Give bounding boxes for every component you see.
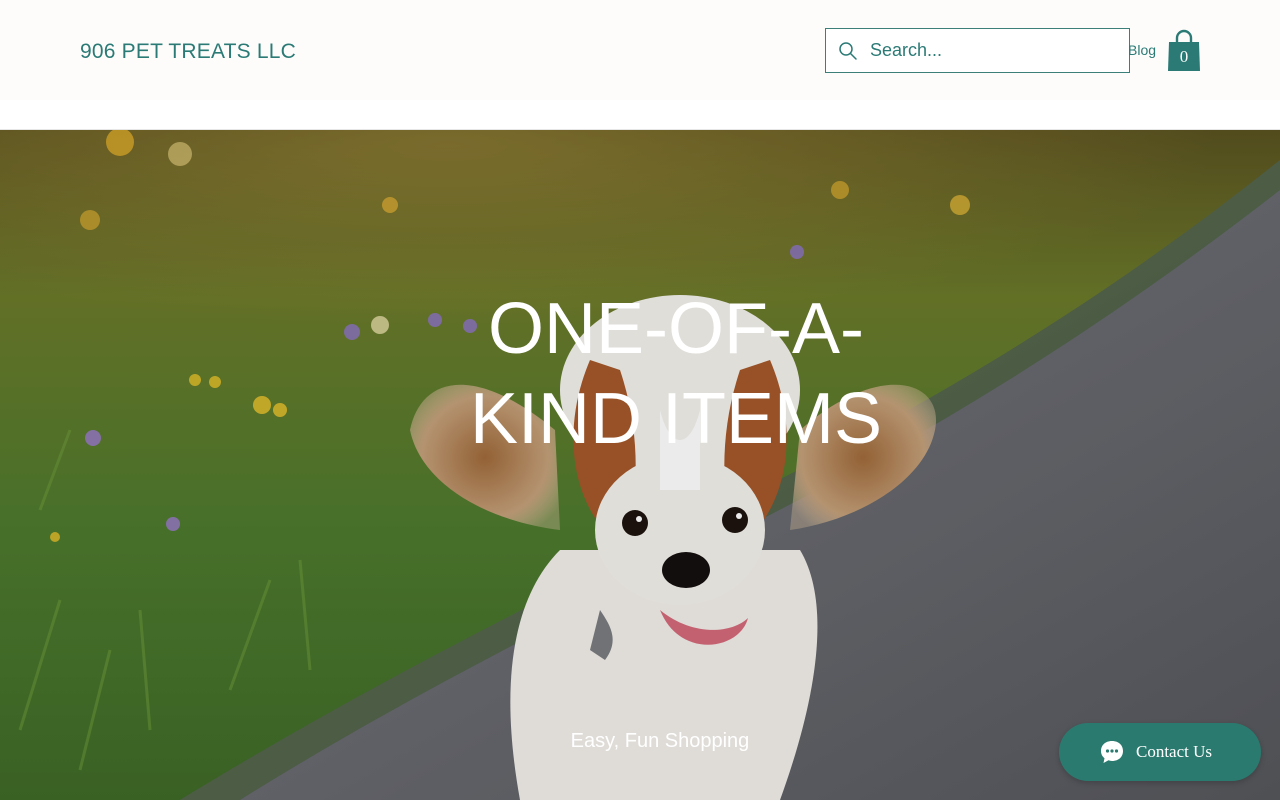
hero-title-line1: ONE-OF-A- xyxy=(488,289,864,369)
contact-us-label: Contact Us xyxy=(1136,742,1213,761)
header-divider xyxy=(0,100,1280,130)
cart-count: 0 xyxy=(1179,47,1189,66)
site-logo-text[interactable]: 906 PET TREATS LLC xyxy=(80,40,296,64)
hero-title: ONE-OF-A- KIND ITEMS xyxy=(440,284,912,464)
search-input[interactable] xyxy=(870,30,1120,71)
search-icon[interactable] xyxy=(826,29,870,72)
search-box[interactable] xyxy=(825,28,1130,73)
hero-title-line2: KIND ITEMS xyxy=(469,379,883,459)
site-header: 906 PET TREATS LLC Blog 0 xyxy=(0,0,1280,100)
contact-us-chat-button[interactable]: Contact Us xyxy=(1059,723,1261,781)
nav-link-blog[interactable]: Blog xyxy=(1128,42,1156,58)
chat-bubble-icon xyxy=(1101,741,1123,763)
hero-banner: ONE-OF-A- KIND ITEMS Easy, Fun Shopping xyxy=(0,130,1280,800)
hero-subtitle: Easy, Fun Shopping xyxy=(570,730,750,752)
hero-image xyxy=(0,130,1280,800)
cart-button[interactable]: 0 xyxy=(1166,28,1202,72)
